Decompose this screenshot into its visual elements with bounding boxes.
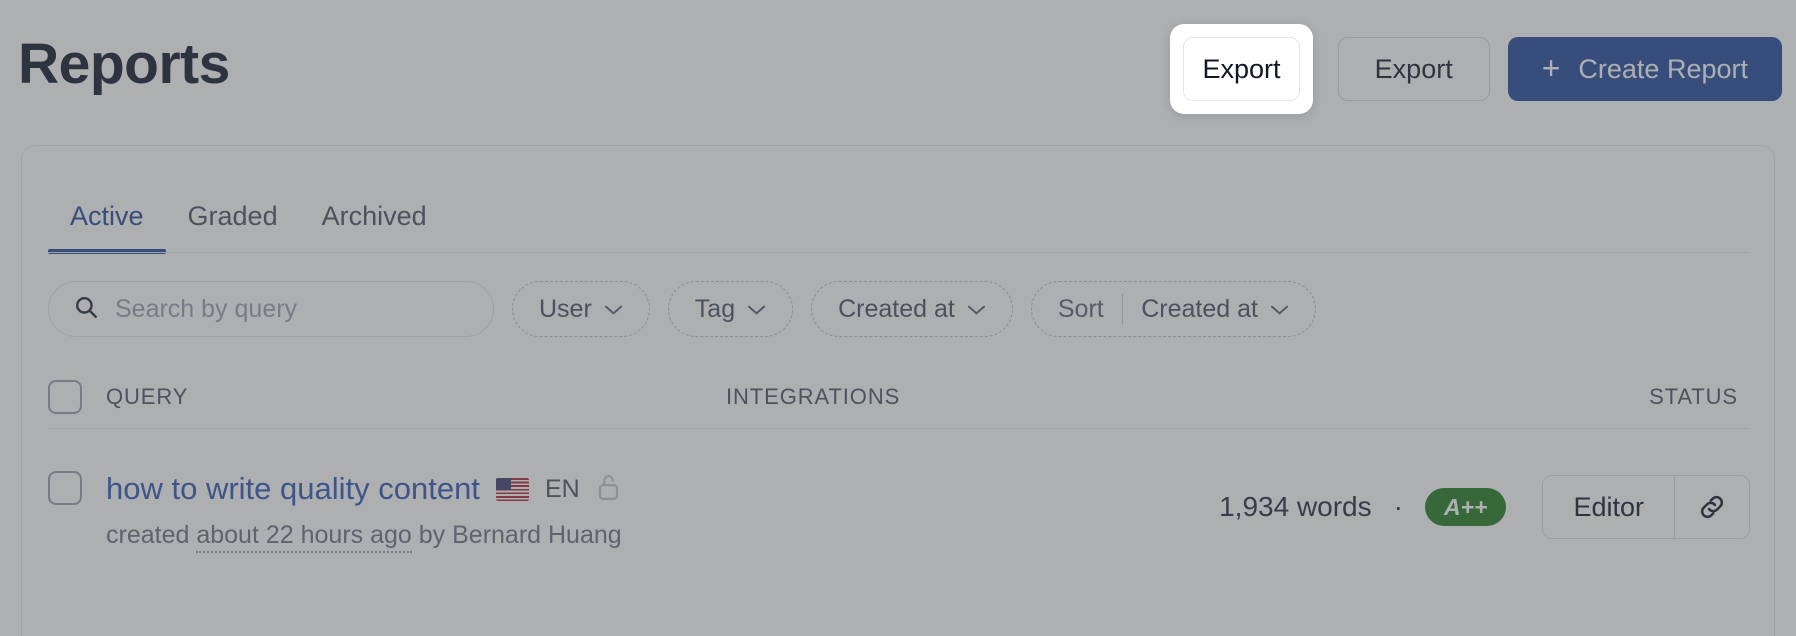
export-button-underlay[interactable]: Export — [1337, 37, 1490, 101]
sort-divider — [1121, 294, 1124, 324]
tab-graded[interactable]: Graded — [166, 201, 300, 254]
report-query-link[interactable]: how to write quality content — [106, 471, 480, 507]
row-title-line: how to write quality content EN — [106, 471, 1219, 507]
filter-pill-tag[interactable]: Tag — [667, 281, 794, 337]
filter-pill-user-label: User — [539, 294, 592, 323]
column-header-status: STATUS — [1649, 384, 1738, 409]
filter-pill-created-at-label: Created at — [838, 294, 955, 323]
lock-open-icon[interactable] — [596, 472, 621, 507]
chevron-down-icon — [747, 302, 766, 319]
page-title: Reports — [18, 32, 230, 96]
plus-icon: + — [1541, 50, 1561, 86]
tabs: Active Graded Archived — [48, 184, 449, 254]
created-prefix: created — [106, 521, 190, 549]
word-count: 1,934 words — [1219, 491, 1372, 522]
created-relative-time[interactable]: about 22 hours ago — [196, 521, 412, 553]
chevron-down-icon — [967, 302, 986, 319]
filter-pill-user[interactable]: User — [512, 281, 650, 337]
tab-archived[interactable]: Archived — [300, 201, 449, 254]
chevron-down-icon — [1270, 302, 1289, 319]
column-header-integrations: INTEGRATIONS — [726, 384, 901, 409]
reports-page: Reports Export + Create Report Active Gr… — [0, 0, 1796, 636]
created-by: by Bernard Huang — [418, 521, 622, 549]
create-report-button[interactable]: + Create Report — [1507, 37, 1782, 101]
filter-pill-created-at[interactable]: Created at — [811, 281, 1013, 337]
row-checkbox[interactable] — [48, 471, 82, 505]
tabs-divider — [48, 252, 1750, 253]
grade-badge: A++ — [1424, 487, 1507, 527]
column-header-query: QUERY — [106, 384, 189, 409]
header-actions: Export + Create Report — [1337, 37, 1782, 101]
export-spotlight: Export — [1170, 24, 1313, 114]
search-placeholder: Search by query — [115, 294, 298, 323]
us-flag-icon — [495, 477, 529, 501]
chevron-down-icon — [604, 302, 623, 319]
filter-bar: Search by query User Tag Created at Sort… — [48, 281, 1316, 337]
export-button[interactable]: Export — [1183, 37, 1300, 101]
row-meta: created about 22 hours ago by Bernard Hu… — [106, 521, 1219, 553]
language-label: EN — [544, 474, 580, 503]
copy-link-button[interactable] — [1674, 476, 1749, 538]
search-input[interactable]: Search by query — [48, 281, 494, 337]
tab-active[interactable]: Active — [48, 201, 166, 254]
row-status-group: 1,934 words · A++ Editor — [1219, 471, 1750, 539]
sort-label: Sort — [1057, 294, 1104, 323]
row-primary: how to write quality content EN created — [106, 471, 1219, 553]
sort-pill[interactable]: Sort Created at — [1030, 281, 1316, 337]
row-actions: Editor — [1542, 475, 1750, 539]
meta-separator: · — [1393, 491, 1403, 522]
sort-value: Created at — [1141, 294, 1258, 323]
app-root: Reports Export + Create Report Active Gr… — [0, 0, 1796, 636]
reports-card: Active Graded Archived Search by query U… — [21, 145, 1775, 636]
editor-button[interactable]: Editor — [1543, 476, 1674, 538]
select-all-checkbox[interactable] — [48, 380, 82, 414]
table-row: how to write quality content EN created — [48, 441, 1750, 561]
page-header: Reports Export + Create Report — [0, 0, 1796, 140]
filter-pill-tag-label: Tag — [694, 294, 736, 323]
create-report-label: Create Report — [1578, 53, 1748, 84]
table-header-divider — [48, 428, 1750, 429]
table-header-row: QUERY INTEGRATIONS STATUS — [48, 368, 1750, 426]
search-icon — [73, 294, 99, 325]
